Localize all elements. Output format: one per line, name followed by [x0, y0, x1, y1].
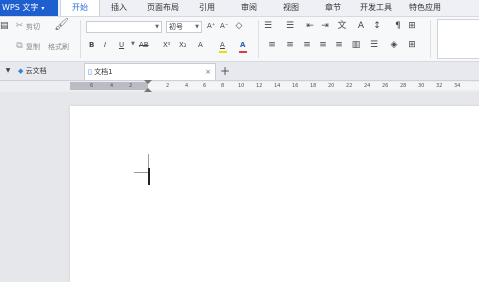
tab-cloud-docs-label: 云文档 — [25, 67, 47, 75]
chevron-down-icon: ▼ — [195, 24, 199, 30]
ruler-tick: 34 — [454, 83, 461, 89]
chevron-down-icon: ▾ — [41, 5, 45, 12]
app-menu-button[interactable]: WPS 文字 ▾ — [0, 0, 58, 16]
font-name-combo[interactable]: ▼ — [86, 21, 162, 33]
font-color-button[interactable]: A — [240, 41, 245, 49]
ruler-tick: 14 — [274, 83, 281, 89]
align-left-icon[interactable]: ≡ — [267, 41, 277, 50]
ruler-tick: 6 — [90, 83, 94, 89]
ruler-tick: 16 — [292, 83, 299, 89]
ruler-tick: 22 — [346, 83, 353, 89]
ruler-tick: 20 — [328, 83, 335, 89]
tab-review[interactable]: 审阅 — [234, 0, 264, 16]
cloud-icon: ◆ — [18, 67, 24, 75]
bold-button[interactable]: B — [89, 41, 94, 49]
cut-button[interactable]: 剪切 — [26, 22, 40, 32]
document-page[interactable] — [70, 106, 479, 282]
increase-indent-icon[interactable]: ⇥ — [320, 22, 330, 31]
ribbon-divider — [80, 20, 81, 58]
ruler-tick: 2 — [166, 83, 170, 89]
close-icon[interactable]: × — [205, 64, 211, 81]
borders-icon[interactable]: ⊞ — [407, 41, 417, 50]
underline-button[interactable]: U — [119, 41, 124, 49]
margin-corner-mark — [134, 172, 149, 173]
highlight-color-swatch — [219, 51, 227, 53]
italic-button[interactable]: I — [104, 41, 106, 49]
chevron-down-icon[interactable]: ▼ — [131, 41, 135, 47]
tab-developer[interactable]: 开发工具 — [354, 0, 398, 16]
tab-document-1-label: 文档1 — [94, 68, 113, 76]
font-size-value: 初号 — [169, 23, 183, 31]
subscript-button[interactable]: X₂ — [179, 41, 187, 49]
copy-icon[interactable]: ⧉ — [15, 42, 24, 51]
ruler-tick: 6 — [203, 83, 207, 89]
ruler-tick: 12 — [256, 83, 263, 89]
ribbon-divider — [430, 20, 431, 58]
tab-section[interactable]: 章节 — [318, 0, 348, 16]
app-title: WPS 文字 — [2, 3, 39, 12]
font-size-combo[interactable]: 初号 ▼ — [166, 21, 202, 33]
paste-icon[interactable]: ▤ — [0, 22, 9, 31]
tab-insert[interactable]: 插入 — [104, 0, 134, 16]
ruler-tick: 24 — [364, 83, 371, 89]
ruler-tick: 2 — [129, 83, 133, 89]
superscript-button[interactable]: X² — [163, 41, 171, 49]
ruler-tick: 4 — [110, 83, 114, 89]
ruler-tick: 4 — [185, 83, 189, 89]
shrink-font-button[interactable]: A⁻ — [220, 22, 228, 30]
style-gallery[interactable] — [437, 19, 479, 59]
phonetic-icon[interactable]: A — [356, 22, 366, 31]
ruler-tick: 32 — [436, 83, 443, 89]
distributed-icon[interactable]: ≡ — [334, 41, 344, 50]
highlight-button[interactable]: A — [220, 41, 225, 49]
columns-icon[interactable]: ▥ — [351, 41, 361, 50]
tab-home[interactable]: 开始 — [60, 0, 100, 16]
ruler-tick: 10 — [238, 83, 245, 89]
paragraph-mark-icon[interactable]: ¶ — [393, 22, 403, 31]
tab-cloud-docs[interactable]: ◆ 云文档 — [18, 63, 82, 80]
line-spacing-icon[interactable]: ☰ — [369, 41, 379, 50]
document-icon: ▯ — [88, 68, 92, 76]
tab-references[interactable]: 引用 — [192, 0, 222, 16]
text-cursor — [148, 168, 150, 185]
bullet-list-icon[interactable]: ☰ — [263, 22, 273, 31]
grow-font-button[interactable]: A⁺ — [207, 22, 215, 30]
ruler-tick: 18 — [310, 83, 317, 89]
align-right-icon[interactable]: ≡ — [302, 41, 312, 50]
align-center-icon[interactable]: ≡ — [285, 41, 295, 50]
clear-format-icon[interactable]: ◇ — [234, 22, 244, 31]
format-painter-button[interactable]: 格式刷 — [48, 42, 69, 52]
chevron-down-icon: ▼ — [155, 24, 159, 30]
justify-icon[interactable]: ≡ — [318, 41, 328, 50]
tab-special[interactable]: 特色应用 — [402, 0, 448, 16]
format-painter-icon[interactable]: 🖌 — [54, 18, 69, 30]
ruler-tick: 8 — [221, 83, 225, 89]
scissors-icon[interactable]: ✂ — [15, 22, 24, 31]
chevron-down-icon[interactable]: ▼ — [4, 66, 12, 75]
ruler-tick: 30 — [418, 83, 425, 89]
sort-icon[interactable]: ↕ — [372, 22, 382, 31]
numbered-list-icon[interactable]: ☰ — [285, 22, 295, 31]
new-tab-button[interactable]: + — [220, 62, 230, 80]
tab-document-1[interactable]: ▯ 文档1 × — [84, 63, 216, 80]
table-icon[interactable]: ⊞ — [407, 22, 417, 31]
shading-icon[interactable]: ◈ — [389, 41, 399, 50]
tab-page-layout[interactable]: 页面布局 — [140, 0, 186, 16]
copy-button[interactable]: 复制 — [26, 42, 40, 52]
ruler-tick: 26 — [382, 83, 389, 89]
tab-view[interactable]: 视图 — [276, 0, 306, 16]
text-effect-button[interactable]: A — [198, 41, 203, 49]
ruler-tick: 28 — [400, 83, 407, 89]
decrease-indent-icon[interactable]: ⇤ — [305, 22, 315, 31]
chinese-layout-icon[interactable]: 文 — [337, 22, 347, 31]
ribbon-divider — [258, 20, 259, 58]
strikethrough-button[interactable]: AB — [139, 41, 149, 49]
font-color-swatch — [239, 51, 247, 53]
